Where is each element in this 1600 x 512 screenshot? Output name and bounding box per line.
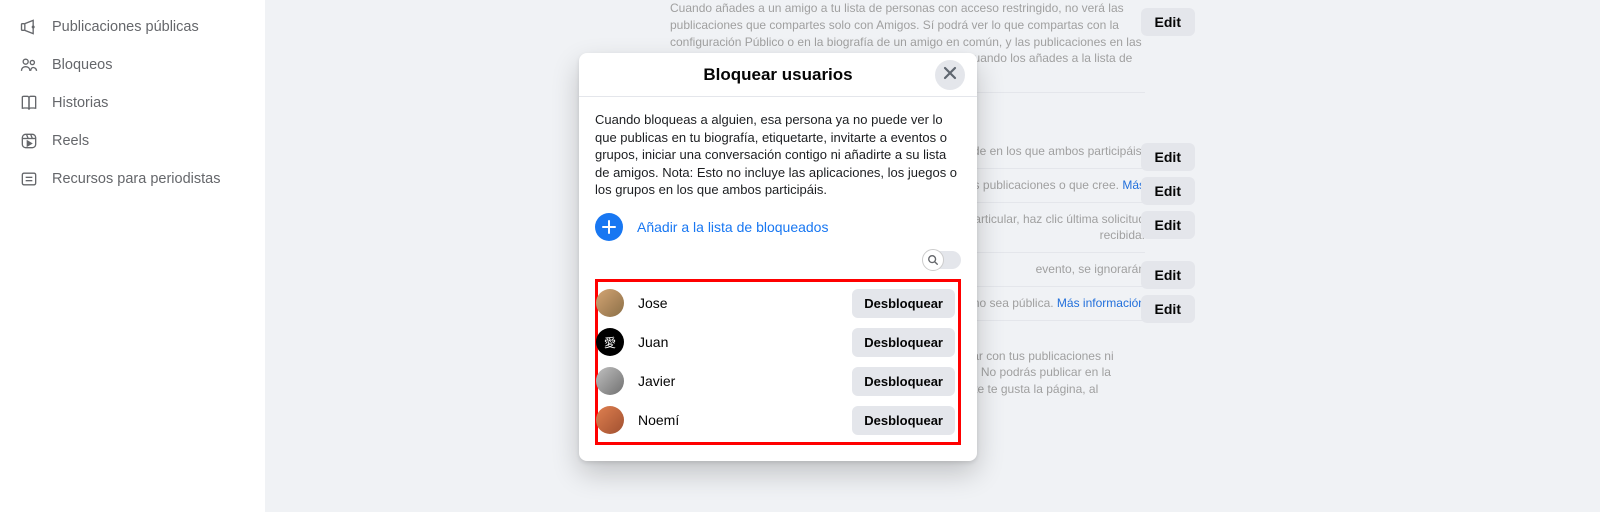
block-users-modal: Bloquear usuarios Cuando bloqueas a algu…	[579, 53, 977, 461]
user-info: Jose	[596, 289, 668, 317]
search-icon	[922, 249, 944, 271]
user-name: Javier	[638, 373, 675, 389]
plus-icon	[595, 213, 623, 241]
blocked-user-row: Jose Desbloquear	[601, 284, 955, 323]
unblock-button[interactable]: Desbloquear	[852, 328, 955, 357]
add-label: Añadir a la lista de bloqueados	[637, 219, 828, 235]
avatar	[596, 289, 624, 317]
unblock-button[interactable]: Desbloquear	[852, 367, 955, 396]
blocked-user-row: Noemí Desbloquear	[601, 401, 955, 440]
user-name: Juan	[638, 334, 668, 350]
add-to-block-list[interactable]: Añadir a la lista de bloqueados	[595, 213, 961, 241]
avatar: 愛	[596, 328, 624, 356]
user-info: Noemí	[596, 406, 679, 434]
modal-overlay: Bloquear usuarios Cuando bloqueas a algu…	[0, 0, 1600, 512]
unblock-button[interactable]: Desbloquear	[852, 289, 955, 318]
user-info: 愛 Juan	[596, 328, 668, 356]
modal-body: Cuando bloqueas a alguien, esa persona y…	[579, 97, 977, 461]
unblock-button[interactable]: Desbloquear	[852, 406, 955, 435]
user-name: Jose	[638, 295, 668, 311]
close-button[interactable]	[935, 60, 965, 90]
user-info: Javier	[596, 367, 675, 395]
user-name: Noemí	[638, 412, 679, 428]
modal-title: Bloquear usuarios	[703, 65, 852, 85]
close-icon	[943, 65, 957, 85]
blocked-user-row: Javier Desbloquear	[601, 362, 955, 401]
blocked-user-row: 愛 Juan Desbloquear	[601, 323, 955, 362]
avatar	[596, 406, 624, 434]
avatar	[596, 367, 624, 395]
search-toggle[interactable]	[923, 251, 961, 269]
modal-header: Bloquear usuarios	[579, 53, 977, 97]
modal-description: Cuando bloqueas a alguien, esa persona y…	[595, 111, 961, 199]
highlight-annotation: Jose Desbloquear 愛 Juan Desbloquear Javi…	[595, 279, 961, 445]
search-toggle-row	[595, 251, 961, 269]
